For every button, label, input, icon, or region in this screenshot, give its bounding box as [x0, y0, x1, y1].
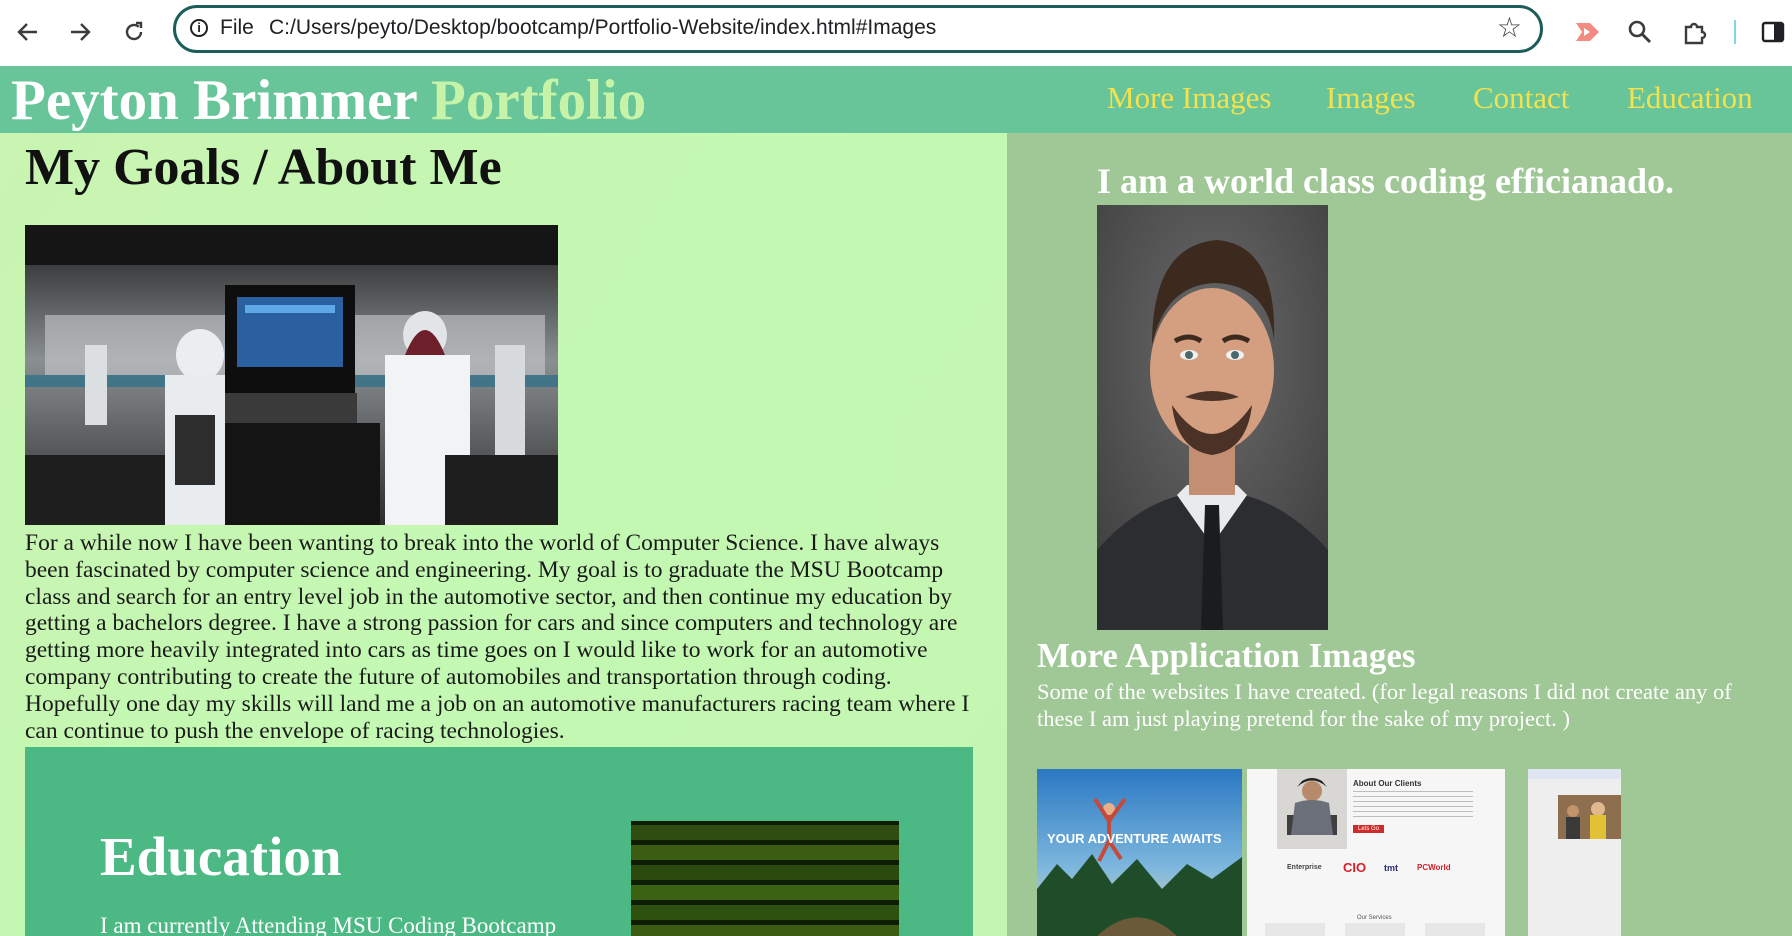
bookmark-star-icon[interactable]: ☆: [1497, 12, 1522, 44]
team-header-bar: [1528, 769, 1621, 779]
url-text[interactable]: C:/Users/peyto/Desktop/bootcamp/Portfoli…: [269, 16, 936, 40]
brand-name: Peyton Brimmer: [11, 69, 417, 132]
education-section: Education I am currently Attending MSU C…: [25, 747, 973, 936]
clients-paragraph-lines: [1353, 791, 1473, 821]
logo-tmt: tmt: [1384, 863, 1398, 873]
reload-icon[interactable]: [116, 14, 152, 50]
website-thumbnail-team[interactable]: [1528, 769, 1621, 936]
address-bar[interactable]: i File C:/Users/peyto/Desktop/bootcamp/P…: [173, 5, 1543, 53]
nav-link-more-images[interactable]: More Images: [1107, 80, 1271, 116]
education-text: I am currently Attending MSU Coding Boot…: [100, 913, 557, 936]
logo-enterprise: Enterprise: [1287, 864, 1322, 871]
zoom-icon[interactable]: [1622, 14, 1658, 50]
profile-section: I am a world class coding efficianado. M…: [1007, 133, 1792, 936]
extension-icon[interactable]: [1570, 14, 1606, 50]
nav-link-images[interactable]: Images: [1326, 80, 1416, 116]
toolbar-divider: [1733, 14, 1737, 50]
brand-accent: Portfolio: [431, 69, 647, 132]
extensions-puzzle-icon[interactable]: [1677, 14, 1713, 50]
logo-pcworld: PCWorld: [1417, 863, 1451, 872]
more-images-title: More Application Images: [1037, 636, 1416, 675]
profile-tagline: I am a world class coding efficianado.: [1097, 161, 1675, 201]
education-title: Education: [100, 826, 342, 887]
info-icon[interactable]: i: [190, 19, 208, 37]
clients-cta-button[interactable]: Lets Go: [1353, 825, 1385, 833]
about-section: My Goals / About Me For a while now I ha…: [0, 133, 1007, 936]
services-cards: [1265, 923, 1485, 936]
nav-link-education[interactable]: Education: [1627, 80, 1753, 116]
file-scheme-label: File: [220, 16, 254, 39]
nav-link-contact[interactable]: Contact: [1473, 80, 1569, 116]
about-paragraph: For a while now I have been wanting to b…: [25, 530, 970, 744]
forward-arrow-icon[interactable]: [62, 14, 98, 50]
code-screenshot-image: [631, 821, 899, 936]
browser-toolbar: i File C:/Users/peyto/Desktop/bootcamp/P…: [0, 0, 1792, 67]
more-images-description: Some of the websites I have created. (fo…: [1037, 679, 1732, 731]
logo-cio: CIO: [1343, 860, 1367, 875]
website-thumbnail-clients[interactable]: About Our Clients Lets Go Enterprise CIO…: [1247, 769, 1505, 936]
services-heading: Our Services: [1357, 915, 1392, 921]
clients-heading: About Our Clients: [1353, 779, 1422, 788]
about-title: My Goals / About Me: [25, 139, 502, 196]
back-arrow-icon[interactable]: [10, 14, 46, 50]
website-thumbnail-adventure[interactable]: YOUR ADVENTURE AWAITS: [1037, 769, 1242, 936]
side-panel-icon[interactable]: [1755, 14, 1791, 50]
site-brand[interactable]: Peyton Brimmer Portfolio: [11, 69, 646, 133]
racing-pit-photo: [25, 225, 558, 525]
site-header: Peyton Brimmer Portfolio More Images Ima…: [0, 66, 1792, 133]
adventure-caption: YOUR ADVENTURE AWAITS: [1047, 831, 1222, 846]
profile-portrait: [1097, 205, 1328, 630]
